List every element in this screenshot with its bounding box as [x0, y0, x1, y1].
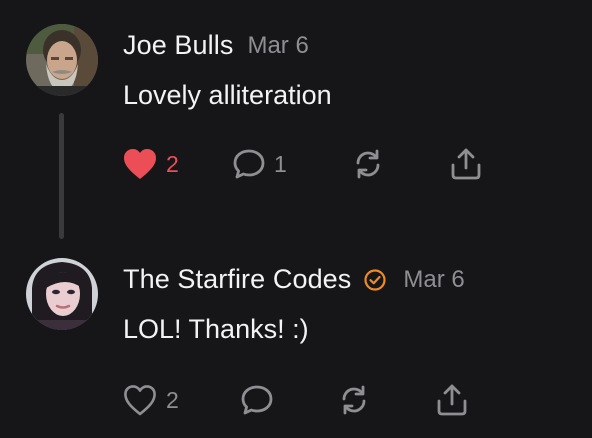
avatar[interactable]: [26, 24, 98, 96]
woman-dark-hair-avatar-icon: [26, 258, 98, 330]
share-upload-icon: [451, 148, 481, 180]
speech-bubble-icon: [241, 385, 273, 415]
repost-arrows-icon: [342, 385, 366, 415]
share-button[interactable]: [434, 380, 470, 420]
post-date[interactable]: Mar 6: [403, 266, 464, 294]
author-name[interactable]: The Starfire Codes: [123, 264, 351, 295]
share-button[interactable]: [448, 144, 484, 184]
post-text: Lovely alliteration: [123, 80, 332, 110]
post-header: Joe Bulls Mar 6: [123, 30, 309, 61]
like-button[interactable]: 2: [122, 380, 179, 420]
speech-bubble-icon: [233, 149, 265, 179]
author-name[interactable]: Joe Bulls: [123, 30, 233, 61]
post-date[interactable]: Mar 6: [247, 32, 308, 60]
repost-button[interactable]: [350, 144, 386, 184]
share-upload-icon: [437, 384, 467, 416]
like-button[interactable]: 2: [122, 144, 179, 184]
post-actions: 2 1: [122, 144, 502, 184]
post-text: LOL! Thanks! :): [123, 314, 309, 344]
like-count: 2: [166, 150, 179, 177]
post-actions: 2: [122, 380, 502, 420]
thread-view: Joe Bulls Mar 6 Lovely alliteration 2 1: [0, 0, 592, 438]
repost-button[interactable]: [336, 380, 372, 420]
heart-outline-icon: [124, 385, 156, 416]
repost-arrows-icon: [356, 149, 380, 179]
heart-filled-icon: [124, 149, 156, 179]
thread-connector-line: [59, 113, 64, 239]
reply-count: 1: [274, 150, 287, 177]
verified-check-circle-icon: [364, 268, 387, 291]
post-header: The Starfire Codes Mar 6: [123, 264, 465, 295]
verified-badge: [363, 268, 387, 292]
avatar[interactable]: [26, 258, 98, 330]
reply-button[interactable]: [240, 380, 274, 420]
reply-button[interactable]: 1: [232, 144, 287, 184]
like-count: 2: [166, 386, 179, 413]
bearded-man-avatar-icon: [26, 24, 98, 96]
